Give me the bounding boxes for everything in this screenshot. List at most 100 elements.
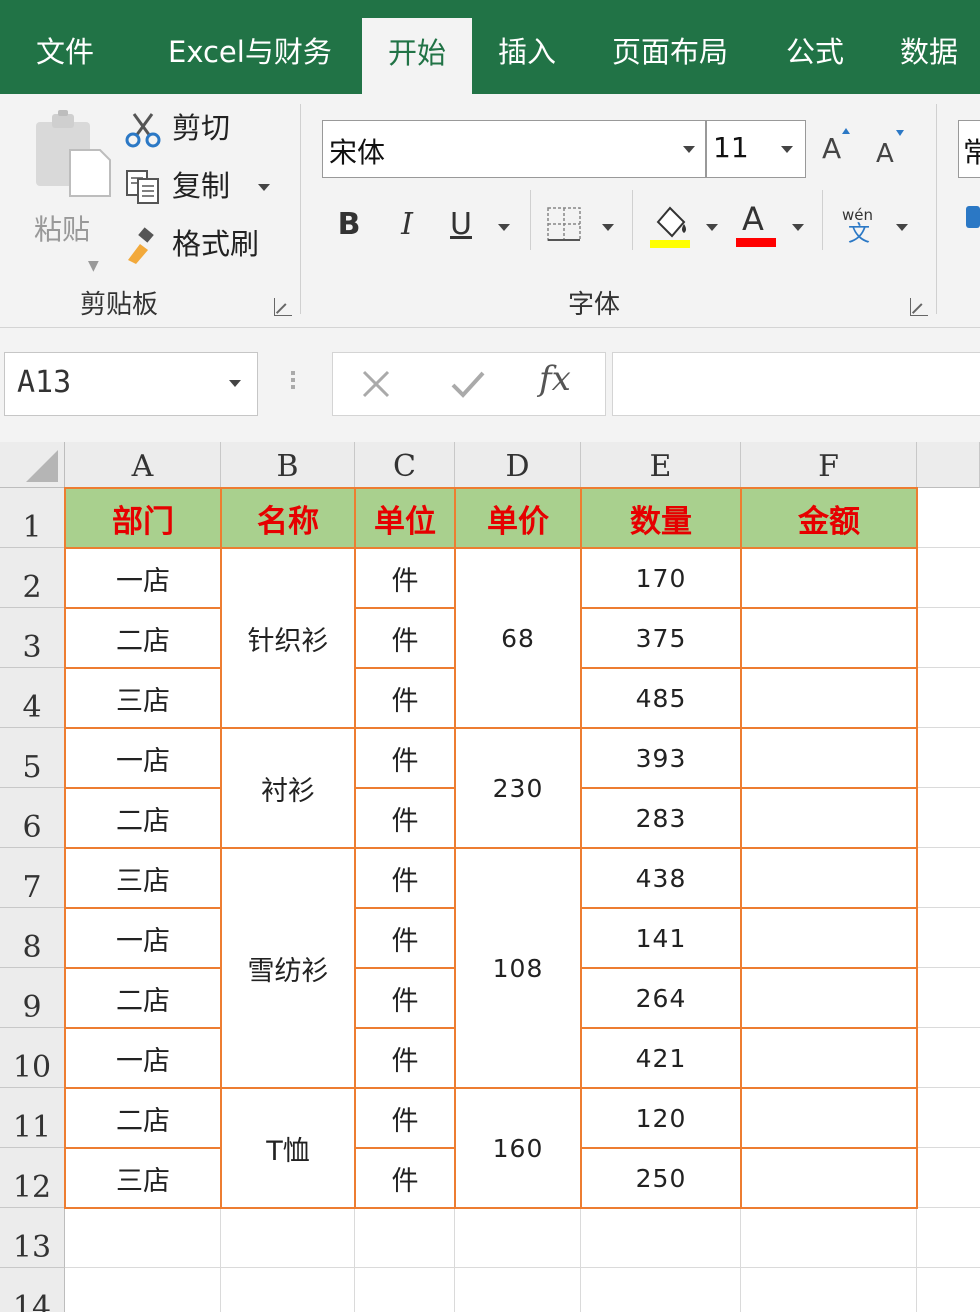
increase-font-size-button[interactable]: A <box>820 124 854 170</box>
worksheet-grid[interactable]: A B C D E F 1 2 3 4 5 6 7 8 9 10 11 12 13 14 部门 名称 单位 单价 数量 金额 一店件… <box>0 442 980 1312</box>
cell-dept[interactable]: 二店 <box>65 968 221 1028</box>
row-header[interactable]: 8 <box>0 908 65 968</box>
tab-data[interactable]: 数据 <box>900 0 958 94</box>
font-size-dropdown[interactable]: 11 <box>706 120 806 178</box>
tab-formulas[interactable]: 公式 <box>786 0 844 94</box>
cell-qty[interactable]: 120 <box>581 1088 741 1148</box>
cell-unit[interactable]: 件 <box>355 728 455 788</box>
font-color-dropdown-icon[interactable] <box>792 224 804 231</box>
font-name-dropdown[interactable]: 宋体 <box>322 120 706 178</box>
cell-amount[interactable] <box>741 728 917 788</box>
number-format-dropdown[interactable]: 常 <box>958 120 980 178</box>
paste-dropdown-icon[interactable]: ▼ <box>88 258 99 274</box>
cell-dept[interactable]: 二店 <box>65 788 221 848</box>
phonetic-guide-button[interactable]: wén 文 <box>840 202 880 256</box>
cell-dept[interactable]: 一店 <box>65 908 221 968</box>
cell-dept[interactable]: 一店 <box>65 728 221 788</box>
cell-qty[interactable]: 393 <box>581 728 741 788</box>
row-header[interactable]: 6 <box>0 788 65 848</box>
formula-input[interactable] <box>612 352 980 416</box>
font-dialog-launcher-icon[interactable] <box>910 298 928 316</box>
copy-button[interactable]: 复制 <box>124 166 274 208</box>
cell-dept[interactable]: 一店 <box>65 1028 221 1088</box>
cell-qty[interactable]: 141 <box>581 908 741 968</box>
cell-dept[interactable]: 二店 <box>65 1088 221 1148</box>
cell-unit[interactable]: 件 <box>355 968 455 1028</box>
header-cell[interactable]: 名称 <box>221 488 355 548</box>
cell-amount[interactable] <box>741 608 917 668</box>
column-header[interactable]: C <box>355 442 455 488</box>
header-cell[interactable]: 金额 <box>741 488 917 548</box>
cell-amount[interactable] <box>741 848 917 908</box>
row-header[interactable]: 3 <box>0 608 65 668</box>
cell-dept[interactable]: 二店 <box>65 608 221 668</box>
merged-cell-name[interactable]: 针织衫 <box>221 548 355 728</box>
cell-dept[interactable]: 三店 <box>65 1148 221 1208</box>
cell-unit[interactable]: 件 <box>355 608 455 668</box>
column-header[interactable]: D <box>455 442 581 488</box>
borders-button[interactable] <box>546 202 582 248</box>
cell-unit[interactable]: 件 <box>355 548 455 608</box>
cell-qty[interactable]: 283 <box>581 788 741 848</box>
tab-excel-finance[interactable]: Excel与财务 <box>168 0 332 94</box>
cell-amount[interactable] <box>741 908 917 968</box>
cell-qty[interactable]: 438 <box>581 848 741 908</box>
row-header[interactable]: 12 <box>0 1148 65 1208</box>
cell-unit[interactable]: 件 <box>355 848 455 908</box>
cell-unit[interactable]: 件 <box>355 908 455 968</box>
row-header[interactable]: 11 <box>0 1088 65 1148</box>
cell-dept[interactable]: 三店 <box>65 848 221 908</box>
cell-amount[interactable] <box>741 1088 917 1148</box>
column-header[interactable]: F <box>741 442 917 488</box>
merged-cell-name[interactable]: 衬衫 <box>221 728 355 848</box>
row-header[interactable]: 14 <box>0 1268 65 1312</box>
cell-amount[interactable] <box>741 788 917 848</box>
cancel-x-icon[interactable] <box>359 367 393 401</box>
font-color-button[interactable]: A <box>734 200 778 248</box>
row-header[interactable]: 1 <box>0 488 65 548</box>
column-header[interactable]: E <box>581 442 741 488</box>
tab-file[interactable]: 文件 <box>36 0 94 94</box>
row-header[interactable]: 13 <box>0 1208 65 1268</box>
cell-qty[interactable]: 421 <box>581 1028 741 1088</box>
underline-button[interactable]: U <box>444 202 478 248</box>
insert-function-fx-icon[interactable]: fx <box>539 359 571 399</box>
fill-color-dropdown-icon[interactable] <box>706 224 718 231</box>
decrease-font-size-button[interactable]: A <box>874 124 910 170</box>
bold-button[interactable]: B <box>332 202 366 248</box>
italic-button[interactable]: I <box>390 202 424 248</box>
column-header[interactable]: B <box>221 442 355 488</box>
cell-amount[interactable] <box>741 1028 917 1088</box>
header-cell[interactable]: 数量 <box>581 488 741 548</box>
row-header[interactable]: 9 <box>0 968 65 1028</box>
fill-color-button[interactable] <box>648 202 692 248</box>
cell-dept[interactable]: 一店 <box>65 548 221 608</box>
merged-cell-price[interactable]: 108 <box>455 848 581 1088</box>
merged-cell-name[interactable]: 雪纺衫 <box>221 848 355 1088</box>
cell-amount[interactable] <box>741 548 917 608</box>
cell-dept[interactable]: 三店 <box>65 668 221 728</box>
column-header[interactable]: A <box>65 442 221 488</box>
cell-amount[interactable] <box>741 968 917 1028</box>
merged-cell-price[interactable]: 160 <box>455 1088 581 1208</box>
underline-dropdown-icon[interactable] <box>498 224 510 231</box>
cell-qty[interactable]: 264 <box>581 968 741 1028</box>
tab-page-layout[interactable]: 页面布局 <box>612 0 728 94</box>
column-header-extra[interactable] <box>917 442 980 488</box>
tab-insert[interactable]: 插入 <box>498 0 556 94</box>
name-box[interactable]: A13 <box>4 352 258 416</box>
cell-unit[interactable]: 件 <box>355 668 455 728</box>
alignment-icon[interactable] <box>966 206 980 228</box>
borders-dropdown-icon[interactable] <box>602 224 614 231</box>
header-cell[interactable]: 单位 <box>355 488 455 548</box>
cell-unit[interactable]: 件 <box>355 1148 455 1208</box>
cell-qty[interactable]: 485 <box>581 668 741 728</box>
cell-qty[interactable]: 170 <box>581 548 741 608</box>
cell-unit[interactable]: 件 <box>355 788 455 848</box>
header-cell[interactable]: 单价 <box>455 488 581 548</box>
select-all-corner[interactable] <box>0 442 65 488</box>
row-header[interactable]: 4 <box>0 668 65 728</box>
clipboard-dialog-launcher-icon[interactable] <box>274 298 292 316</box>
merged-cell-price[interactable]: 68 <box>455 548 581 728</box>
header-cell[interactable]: 部门 <box>65 488 221 548</box>
